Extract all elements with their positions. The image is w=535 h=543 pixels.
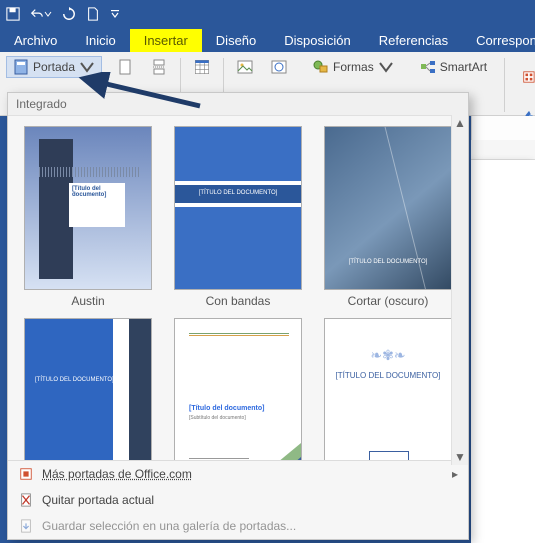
tab-diseno[interactable]: Diseño (202, 29, 270, 52)
cover-gallery: [Título del documento] Austin [TÍTULO DE… (8, 116, 468, 460)
annotation-arrow (50, 72, 210, 122)
undo-icon[interactable] (30, 7, 52, 21)
cover-austin[interactable]: [Título del documento] Austin (18, 126, 158, 308)
cover-cortar-oscuro[interactable]: [TÍTULO DEL DOCUMENTO] Cortar (oscuro) (318, 126, 458, 308)
tab-insertar[interactable]: Insertar (130, 29, 202, 52)
save-selection-label: Guardar selección en una galería de port… (42, 519, 296, 533)
scroll-down-icon[interactable]: ▼ (453, 449, 468, 465)
cover-faceta[interactable]: [Título del documento] [Subtítulo del do… (168, 318, 308, 460)
ribbon-tabs: Archivo Inicio Insertar Diseño Disposici… (0, 28, 535, 52)
cover-placeholder: [TÍTULO DEL DOCUMENTO] (35, 377, 114, 383)
cover-label: Con bandas (206, 294, 271, 308)
save-icon[interactable] (6, 7, 20, 21)
gallery-scrollbar[interactable]: ▲ ▼ (451, 115, 468, 465)
cover-label: Austin (71, 294, 104, 308)
horizontal-ruler (471, 140, 535, 160)
formas-button[interactable]: Formas (306, 56, 401, 78)
ornament-icon: ❧✾❧ (325, 347, 451, 364)
formas-label: Formas (333, 60, 374, 74)
save-gallery-icon (18, 518, 34, 534)
obtener-button[interactable]: Obtener c (515, 60, 535, 94)
cover-filigrana[interactable]: ❧✾❧ [TÍTULO DEL DOCUMENTO] Filigrana (318, 318, 458, 460)
cover-label: Cortar (oscuro) (348, 294, 429, 308)
portada-dropdown: Integrado [Título del documento] Austin … (7, 92, 469, 540)
more-covers-label: Más portadas de Office.com (42, 467, 192, 481)
cover-placeholder: [TÍTULO DEL DOCUMENTO] (325, 259, 451, 265)
scroll-up-icon[interactable]: ▲ (453, 115, 468, 131)
cover-cuadricula[interactable]: [TÍTULO DEL DOCUMENTO] Cuadrícula (18, 318, 158, 460)
cover-placeholder: [Título del documento] (72, 186, 122, 198)
new-doc-icon[interactable] (86, 7, 100, 21)
smartart-button[interactable]: SmartArt (413, 56, 494, 78)
submenu-arrow-icon: ▸ (452, 467, 458, 481)
remove-cover-label: Quitar portada actual (42, 493, 154, 507)
remove-cover-item[interactable]: Quitar portada actual (8, 487, 468, 513)
dropdown-footer: Más portadas de Office.com ▸ Quitar port… (8, 460, 468, 539)
pictures-button[interactable] (234, 56, 256, 78)
save-selection-item[interactable]: Guardar selección en una galería de port… (8, 513, 468, 539)
tab-archivo[interactable]: Archivo (0, 29, 71, 52)
ruler-corner (471, 116, 535, 140)
online-pictures-button[interactable] (268, 56, 290, 78)
cover-placeholder: [TÍTULO DEL DOCUMENTO] (325, 371, 451, 380)
document-page[interactable] (471, 160, 535, 543)
tab-disposicion[interactable]: Disposición (270, 29, 364, 52)
smartart-label: SmartArt (440, 60, 487, 74)
tab-correspondencia[interactable]: Correspondencia (462, 29, 535, 52)
cover-placeholder: [TÍTULO DEL DOCUMENTO] (175, 185, 301, 203)
tab-inicio[interactable]: Inicio (71, 29, 129, 52)
office-icon (18, 466, 34, 482)
cover-con-bandas[interactable]: [TÍTULO DEL DOCUMENTO] Con bandas (168, 126, 308, 308)
quick-access-toolbar (0, 0, 535, 28)
cover-subtitle: [Subtítulo del documento] (189, 415, 246, 421)
more-covers-item[interactable]: Más portadas de Office.com ▸ (8, 461, 468, 487)
cover-placeholder: [Título del documento] (189, 405, 264, 412)
repeat-icon[interactable] (62, 7, 76, 21)
remove-cover-icon (18, 492, 34, 508)
qat-customize-icon[interactable] (110, 9, 120, 19)
tab-referencias[interactable]: Referencias (365, 29, 462, 52)
